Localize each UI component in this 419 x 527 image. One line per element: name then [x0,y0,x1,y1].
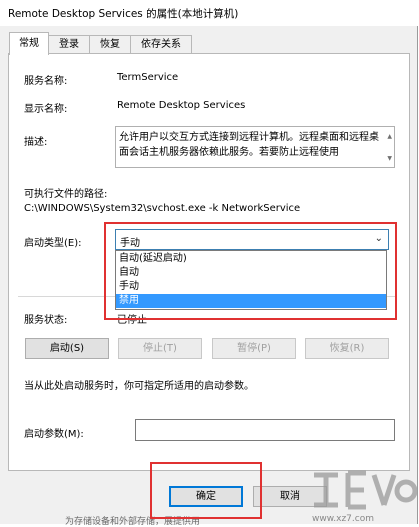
tab-dependencies-label: 依存关系 [141,39,181,50]
chevron-down-icon[interactable]: ⌄ [375,233,383,244]
service-name-value: TermService [117,72,179,83]
startup-option-auto[interactable]: 自动 [116,266,386,280]
exe-path-value: C:\WINDOWS\System32\svchost.exe -k Netwo… [24,203,301,214]
stop-button-label: 停止(T) [143,343,177,354]
scroll-down-icon[interactable]: ▼ [387,151,392,166]
tab-recovery-label: 恢复 [100,39,120,50]
scroll-up-icon[interactable]: ▲ [387,129,392,144]
tab-general[interactable]: 常规 [9,32,49,55]
service-status-label: 服务状态: [24,315,68,326]
resume-button-label: 恢复(R) [329,343,365,354]
ok-button-label: 确定 [196,491,216,502]
display-name-value: Remote Desktop Services [117,100,246,111]
cancel-button-label: 取消 [280,491,300,502]
title-bar[interactable]: Remote Desktop Services 的属性(本地计算机) [0,0,418,26]
resume-button[interactable]: 恢复(R) [305,338,389,359]
service-name-label: 服务名称: [24,76,68,87]
description-text: 允许用户以交互方式连接到远程计算机。远程桌面和远程桌面会话主机服务器依赖此服务。… [119,132,379,158]
ok-button[interactable]: 确定 [169,486,243,507]
start-params-label: 启动参数(M): [24,429,84,440]
description-box[interactable]: 允许用户以交互方式连接到远程计算机。远程桌面和远程桌面会话主机服务器依赖此服务。… [115,126,395,168]
startup-type-label: 启动类型(E): [24,238,82,249]
pause-button-label: 暂停(P) [237,343,271,354]
start-button[interactable]: 启动(S) [25,338,109,359]
startup-option-auto-delayed[interactable]: 自动(延迟启动) [116,252,386,266]
startup-type-value: 手动 [120,238,140,249]
tab-general-label: 常规 [19,38,39,49]
exe-path-label: 可执行文件的路径: [24,189,108,200]
pause-button[interactable]: 暂停(P) [212,338,296,359]
service-status-value: 已停止 [117,315,147,326]
watermark-logo-icon [314,470,418,510]
background-text: 为存储设备和外部存储，展提供用 [65,517,201,527]
startup-type-dropdown: 自动(延迟启动) 自动 手动 禁用 [115,250,387,310]
start-params-hint: 当从此处启动服务时，你可指定所适用的启动参数。 [24,381,254,392]
startup-type-select[interactable]: 手动 ⌄ [115,229,389,250]
tab-logon-label: 登录 [59,39,79,50]
stop-button[interactable]: 停止(T) [118,338,202,359]
service-properties-window: Remote Desktop Services 的属性(本地计算机) 常规 登录… [0,0,418,524]
startup-option-manual[interactable]: 手动 [116,280,386,294]
tab-recovery[interactable]: 恢复 [89,35,131,54]
description-label: 描述: [24,137,48,148]
tab-dependencies[interactable]: 依存关系 [130,35,192,54]
start-button-label: 启动(S) [49,343,85,354]
tab-logon[interactable]: 登录 [48,35,90,54]
start-params-input[interactable] [135,419,395,441]
display-name-label: 显示名称: [24,104,68,115]
startup-option-disabled[interactable]: 禁用 [116,294,386,308]
window-title: Remote Desktop Services 的属性(本地计算机) [8,8,239,20]
